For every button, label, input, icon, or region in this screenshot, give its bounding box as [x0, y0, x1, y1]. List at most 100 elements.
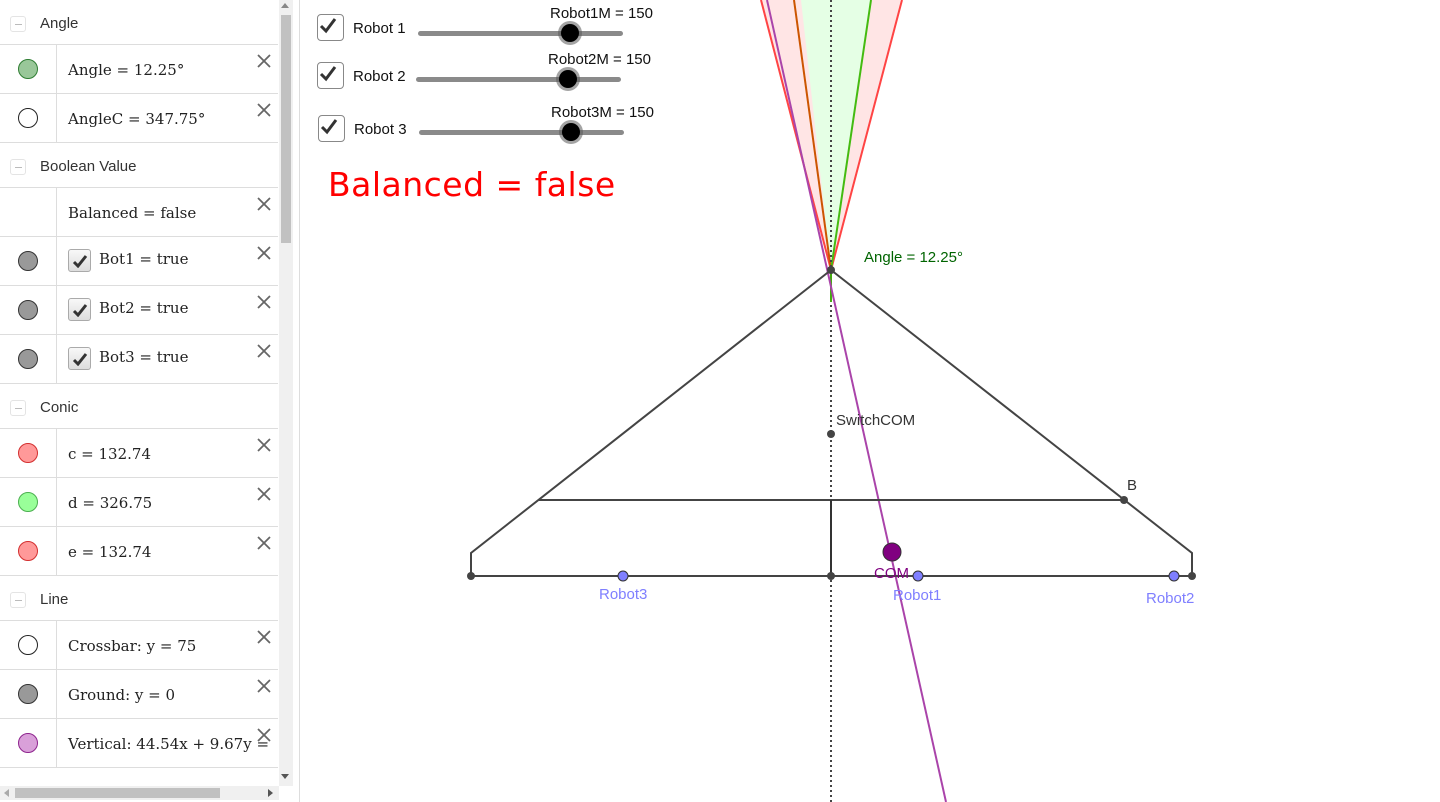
- robot2-checkbox-label[interactable]: Robot 2: [353, 68, 406, 85]
- visibility-cell[interactable]: [0, 237, 57, 285]
- algebra-item-text[interactable]: AngleC = 347.75°: [68, 110, 205, 128]
- ground-center-point[interactable]: [827, 572, 835, 580]
- algebra-item[interactable]: Balanced = false: [0, 188, 278, 237]
- visibility-cell[interactable]: [0, 429, 57, 477]
- boolean-checkbox[interactable]: [68, 347, 91, 370]
- algebra-item[interactable]: Ground: y = 0: [0, 670, 278, 719]
- collapse-icon[interactable]: [10, 16, 26, 32]
- visibility-cell[interactable]: [0, 621, 57, 669]
- algebra-item[interactable]: Bot3 = true: [0, 335, 278, 384]
- scroll-left-arrow-icon[interactable]: [4, 789, 9, 797]
- vertical-scroll-thumb[interactable]: [281, 15, 291, 243]
- close-icon[interactable]: [254, 484, 274, 504]
- close-icon[interactable]: [254, 194, 274, 214]
- close-icon[interactable]: [254, 435, 274, 455]
- close-icon[interactable]: [254, 676, 274, 696]
- geometry-canvas[interactable]: [301, 0, 1440, 802]
- visibility-marble-icon[interactable]: [18, 59, 38, 79]
- robot2-point[interactable]: [1168, 570, 1180, 582]
- collapse-icon[interactable]: [10, 400, 26, 416]
- close-icon[interactable]: [254, 533, 274, 553]
- robot3-checkbox-label[interactable]: Robot 3: [354, 121, 407, 138]
- robot2m-slider-track[interactable]: [416, 77, 621, 82]
- close-icon[interactable]: [254, 100, 274, 120]
- ground-right-point[interactable]: [1188, 572, 1196, 580]
- algebra-item-text[interactable]: Bot1 = true: [99, 250, 188, 268]
- visibility-cell[interactable]: [0, 478, 57, 526]
- robot2m-slider-thumb[interactable]: [558, 70, 577, 88]
- pivot-point[interactable]: [827, 266, 835, 274]
- visibility-marble-icon[interactable]: [18, 684, 38, 704]
- visibility-marble-icon[interactable]: [18, 492, 38, 512]
- visibility-marble-icon[interactable]: [18, 300, 38, 320]
- robot3m-slider-track[interactable]: [419, 130, 624, 135]
- collapse-icon[interactable]: [10, 592, 26, 608]
- algebra-item[interactable]: Bot2 = true: [0, 286, 278, 335]
- algebra-item-text[interactable]: e = 132.74: [68, 543, 151, 561]
- algebra-item[interactable]: c = 132.74: [0, 429, 278, 478]
- scroll-right-arrow-icon[interactable]: [268, 789, 273, 797]
- horizontal-scroll-thumb[interactable]: [15, 788, 220, 798]
- graphics-view[interactable]: Robot 1 Robot1M = 150 Robot 2 Robot2M = 150…: [301, 0, 1440, 802]
- robot1m-slider-track[interactable]: [418, 31, 623, 36]
- group-header-angle[interactable]: Angle: [0, 0, 278, 45]
- visibility-cell[interactable]: [0, 527, 57, 575]
- ground-left-point[interactable]: [467, 572, 475, 580]
- close-icon[interactable]: [254, 341, 274, 361]
- algebra-item-text[interactable]: d = 326.75: [68, 494, 152, 512]
- collapse-icon[interactable]: [10, 159, 26, 175]
- robot3-checkbox[interactable]: [318, 115, 345, 142]
- group-header-conic[interactable]: Conic: [0, 384, 278, 429]
- horizontal-scrollbar[interactable]: [0, 786, 279, 800]
- algebra-item-text[interactable]: c = 132.74: [68, 445, 151, 463]
- close-icon[interactable]: [254, 627, 274, 647]
- robot2-checkbox[interactable]: [317, 62, 344, 89]
- algebra-item[interactable]: Bot1 = true: [0, 237, 278, 286]
- robot1-point[interactable]: [912, 570, 924, 582]
- algebra-item-text[interactable]: Ground: y = 0: [68, 686, 175, 704]
- scroll-up-arrow-icon[interactable]: [281, 3, 289, 8]
- group-header-line[interactable]: Line: [0, 576, 278, 621]
- algebra-item[interactable]: d = 326.75: [0, 478, 278, 527]
- visibility-marble-icon[interactable]: [18, 443, 38, 463]
- algebra-item-text[interactable]: Crossbar: y = 75: [68, 637, 196, 655]
- com-point[interactable]: [882, 542, 902, 562]
- group-header-boolean-value[interactable]: Boolean Value: [0, 143, 278, 188]
- algebra-item[interactable]: Crossbar: y = 75: [0, 621, 278, 670]
- visibility-cell[interactable]: [0, 94, 57, 142]
- visibility-marble-icon[interactable]: [18, 635, 38, 655]
- visibility-marble-icon[interactable]: [18, 541, 38, 561]
- visibility-cell[interactable]: [0, 335, 57, 383]
- algebra-item[interactable]: Vertical: 44.54x + 9.67y =: [0, 719, 278, 768]
- algebra-item-text[interactable]: Angle = 12.25°: [68, 61, 184, 79]
- visibility-cell[interactable]: [0, 286, 57, 334]
- close-icon[interactable]: [254, 243, 274, 263]
- close-icon[interactable]: [254, 725, 274, 745]
- visibility-marble-icon[interactable]: [18, 251, 38, 271]
- visibility-marble-icon[interactable]: [18, 108, 38, 128]
- switchcom-point[interactable]: [827, 430, 835, 438]
- visibility-cell[interactable]: [0, 45, 57, 93]
- algebra-item-text[interactable]: Balanced = false: [68, 204, 196, 222]
- algebra-item-text[interactable]: Bot2 = true: [99, 299, 188, 317]
- algebra-item-text[interactable]: Bot3 = true: [99, 348, 188, 366]
- close-icon[interactable]: [254, 51, 274, 71]
- visibility-marble-icon[interactable]: [18, 733, 38, 753]
- visibility-marble-icon[interactable]: [18, 349, 38, 369]
- vertical-scrollbar[interactable]: [279, 0, 293, 786]
- robot1-checkbox-label[interactable]: Robot 1: [353, 20, 406, 37]
- algebra-item[interactable]: AngleC = 347.75°: [0, 94, 278, 143]
- robot1-checkbox[interactable]: [317, 14, 344, 41]
- algebra-item-text[interactable]: Vertical: 44.54x + 9.67y =: [68, 735, 269, 753]
- robot3m-slider-thumb[interactable]: [561, 123, 580, 141]
- algebra-item[interactable]: e = 132.74: [0, 527, 278, 576]
- visibility-cell[interactable]: [0, 188, 57, 236]
- scroll-down-arrow-icon[interactable]: [281, 774, 289, 779]
- algebra-item[interactable]: Angle = 12.25°: [0, 45, 278, 94]
- close-icon[interactable]: [254, 292, 274, 312]
- robot1m-slider-thumb[interactable]: [560, 24, 579, 42]
- robot3-point[interactable]: [617, 570, 629, 582]
- visibility-cell[interactable]: [0, 719, 57, 767]
- visibility-cell[interactable]: [0, 670, 57, 718]
- boolean-checkbox[interactable]: [68, 298, 91, 321]
